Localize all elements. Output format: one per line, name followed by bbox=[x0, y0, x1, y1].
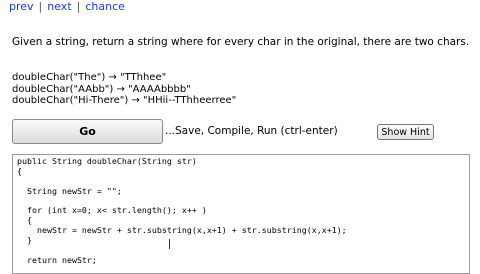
go-button[interactable]: Go bbox=[12, 119, 163, 144]
code-editor[interactable]: public String doubleChar(String str){ St… bbox=[12, 154, 470, 274]
code-line: public String doubleChar(String str) bbox=[17, 156, 197, 166]
prev-link[interactable]: prev bbox=[9, 0, 34, 13]
examples-list: doubleChar("The") → "TThhee" doubleChar(… bbox=[12, 72, 236, 107]
problem-description: Given a string, return a string where fo… bbox=[12, 36, 470, 48]
chance-link[interactable]: chance bbox=[85, 0, 125, 13]
example-line: doubleChar("The") → "TThhee" bbox=[12, 72, 167, 83]
code-line: for (int x=0; x< str.length(); x++ ) bbox=[17, 205, 207, 216]
code-line: return newStr; bbox=[17, 254, 97, 265]
text-cursor bbox=[169, 239, 170, 249]
code-text[interactable]: public String doubleChar(String str){ St… bbox=[17, 156, 347, 266]
next-link[interactable]: next bbox=[47, 0, 71, 13]
code-line: { bbox=[17, 165, 22, 176]
example-line: doubleChar("AAbb") → "AAAAbbbb" bbox=[12, 83, 191, 95]
problem-nav: prev | next | chance bbox=[9, 0, 125, 14]
nav-separator: | bbox=[76, 0, 81, 13]
code-line: } bbox=[17, 235, 32, 246]
show-hint-button[interactable]: Show Hint bbox=[377, 124, 434, 140]
code-line: String newStr = ""; bbox=[17, 185, 122, 196]
example-line: doubleChar("Hi-There") → "HHii--TThheerr… bbox=[12, 95, 237, 106]
run-instructions: ...Save, Compile, Run (ctrl-enter) bbox=[165, 125, 338, 137]
nav-separator: | bbox=[38, 0, 43, 13]
code-line: newStr = newStr + str.substring(x,x+1) +… bbox=[17, 225, 347, 236]
